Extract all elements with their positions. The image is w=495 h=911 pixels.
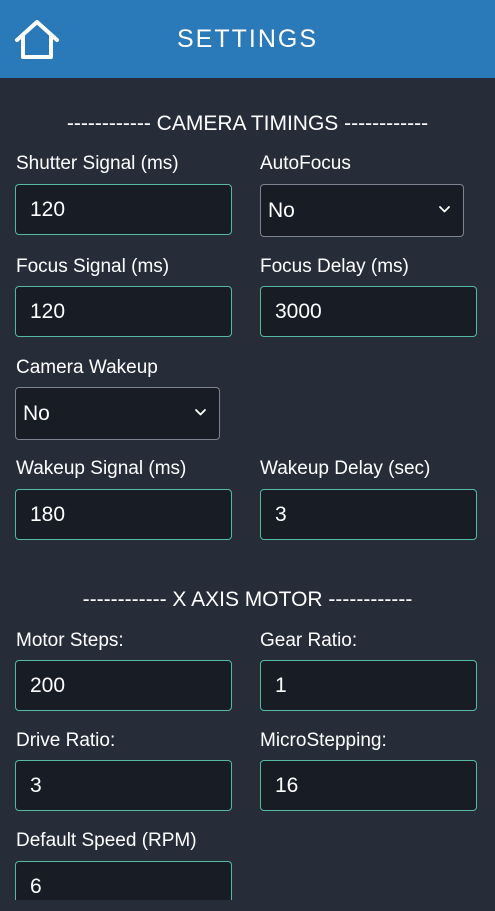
motor-steps-label: Motor Steps: [16, 630, 124, 651]
page-title: SETTINGS [176, 25, 318, 53]
camera-wakeup-selected-value: No [23, 402, 50, 425]
camera-timings-heading: ------------ CAMERA TIMINGS ------------ [66, 112, 429, 135]
drive-ratio-input[interactable]: 3 [15, 760, 232, 811]
microstepping-label: MicroStepping: [260, 730, 387, 751]
microstepping-input[interactable]: 16 [260, 760, 477, 811]
chevron-down-icon [438, 204, 451, 214]
default-speed-input[interactable]: 6 [15, 861, 232, 900]
wakeup-delay-label: Wakeup Delay (sec) [260, 458, 431, 479]
focus-delay-label: Focus Delay (ms) [260, 256, 409, 277]
focus-delay-input[interactable]: 3000 [260, 286, 477, 337]
motor-steps-input[interactable]: 200 [15, 660, 232, 711]
drive-ratio-label: Drive Ratio: [16, 730, 116, 751]
app-header: SETTINGS [0, 0, 495, 78]
gear-ratio-label: Gear Ratio: [260, 630, 358, 651]
wakeup-signal-input[interactable]: 180 [15, 489, 232, 540]
gear-ratio-input[interactable]: 1 [260, 660, 477, 711]
autofocus-select[interactable]: No [260, 184, 464, 237]
chevron-down-icon [194, 407, 207, 417]
autofocus-selected-value: No [268, 199, 295, 222]
shutter-signal-input[interactable]: 120 [15, 184, 232, 235]
default-speed-label: Default Speed (RPM) [16, 830, 197, 851]
wakeup-delay-input[interactable]: 3 [260, 489, 477, 540]
focus-signal-label: Focus Signal (ms) [16, 256, 170, 277]
camera-wakeup-label: Camera Wakeup [16, 357, 158, 378]
wakeup-signal-label: Wakeup Signal (ms) [16, 458, 187, 479]
camera-wakeup-select[interactable]: No [15, 387, 220, 440]
x-axis-motor-heading: ------------ X AXIS MOTOR ------------ [82, 588, 413, 611]
autofocus-label: AutoFocus [260, 153, 351, 174]
focus-signal-input[interactable]: 120 [15, 286, 232, 337]
shutter-signal-label: Shutter Signal (ms) [16, 153, 179, 174]
